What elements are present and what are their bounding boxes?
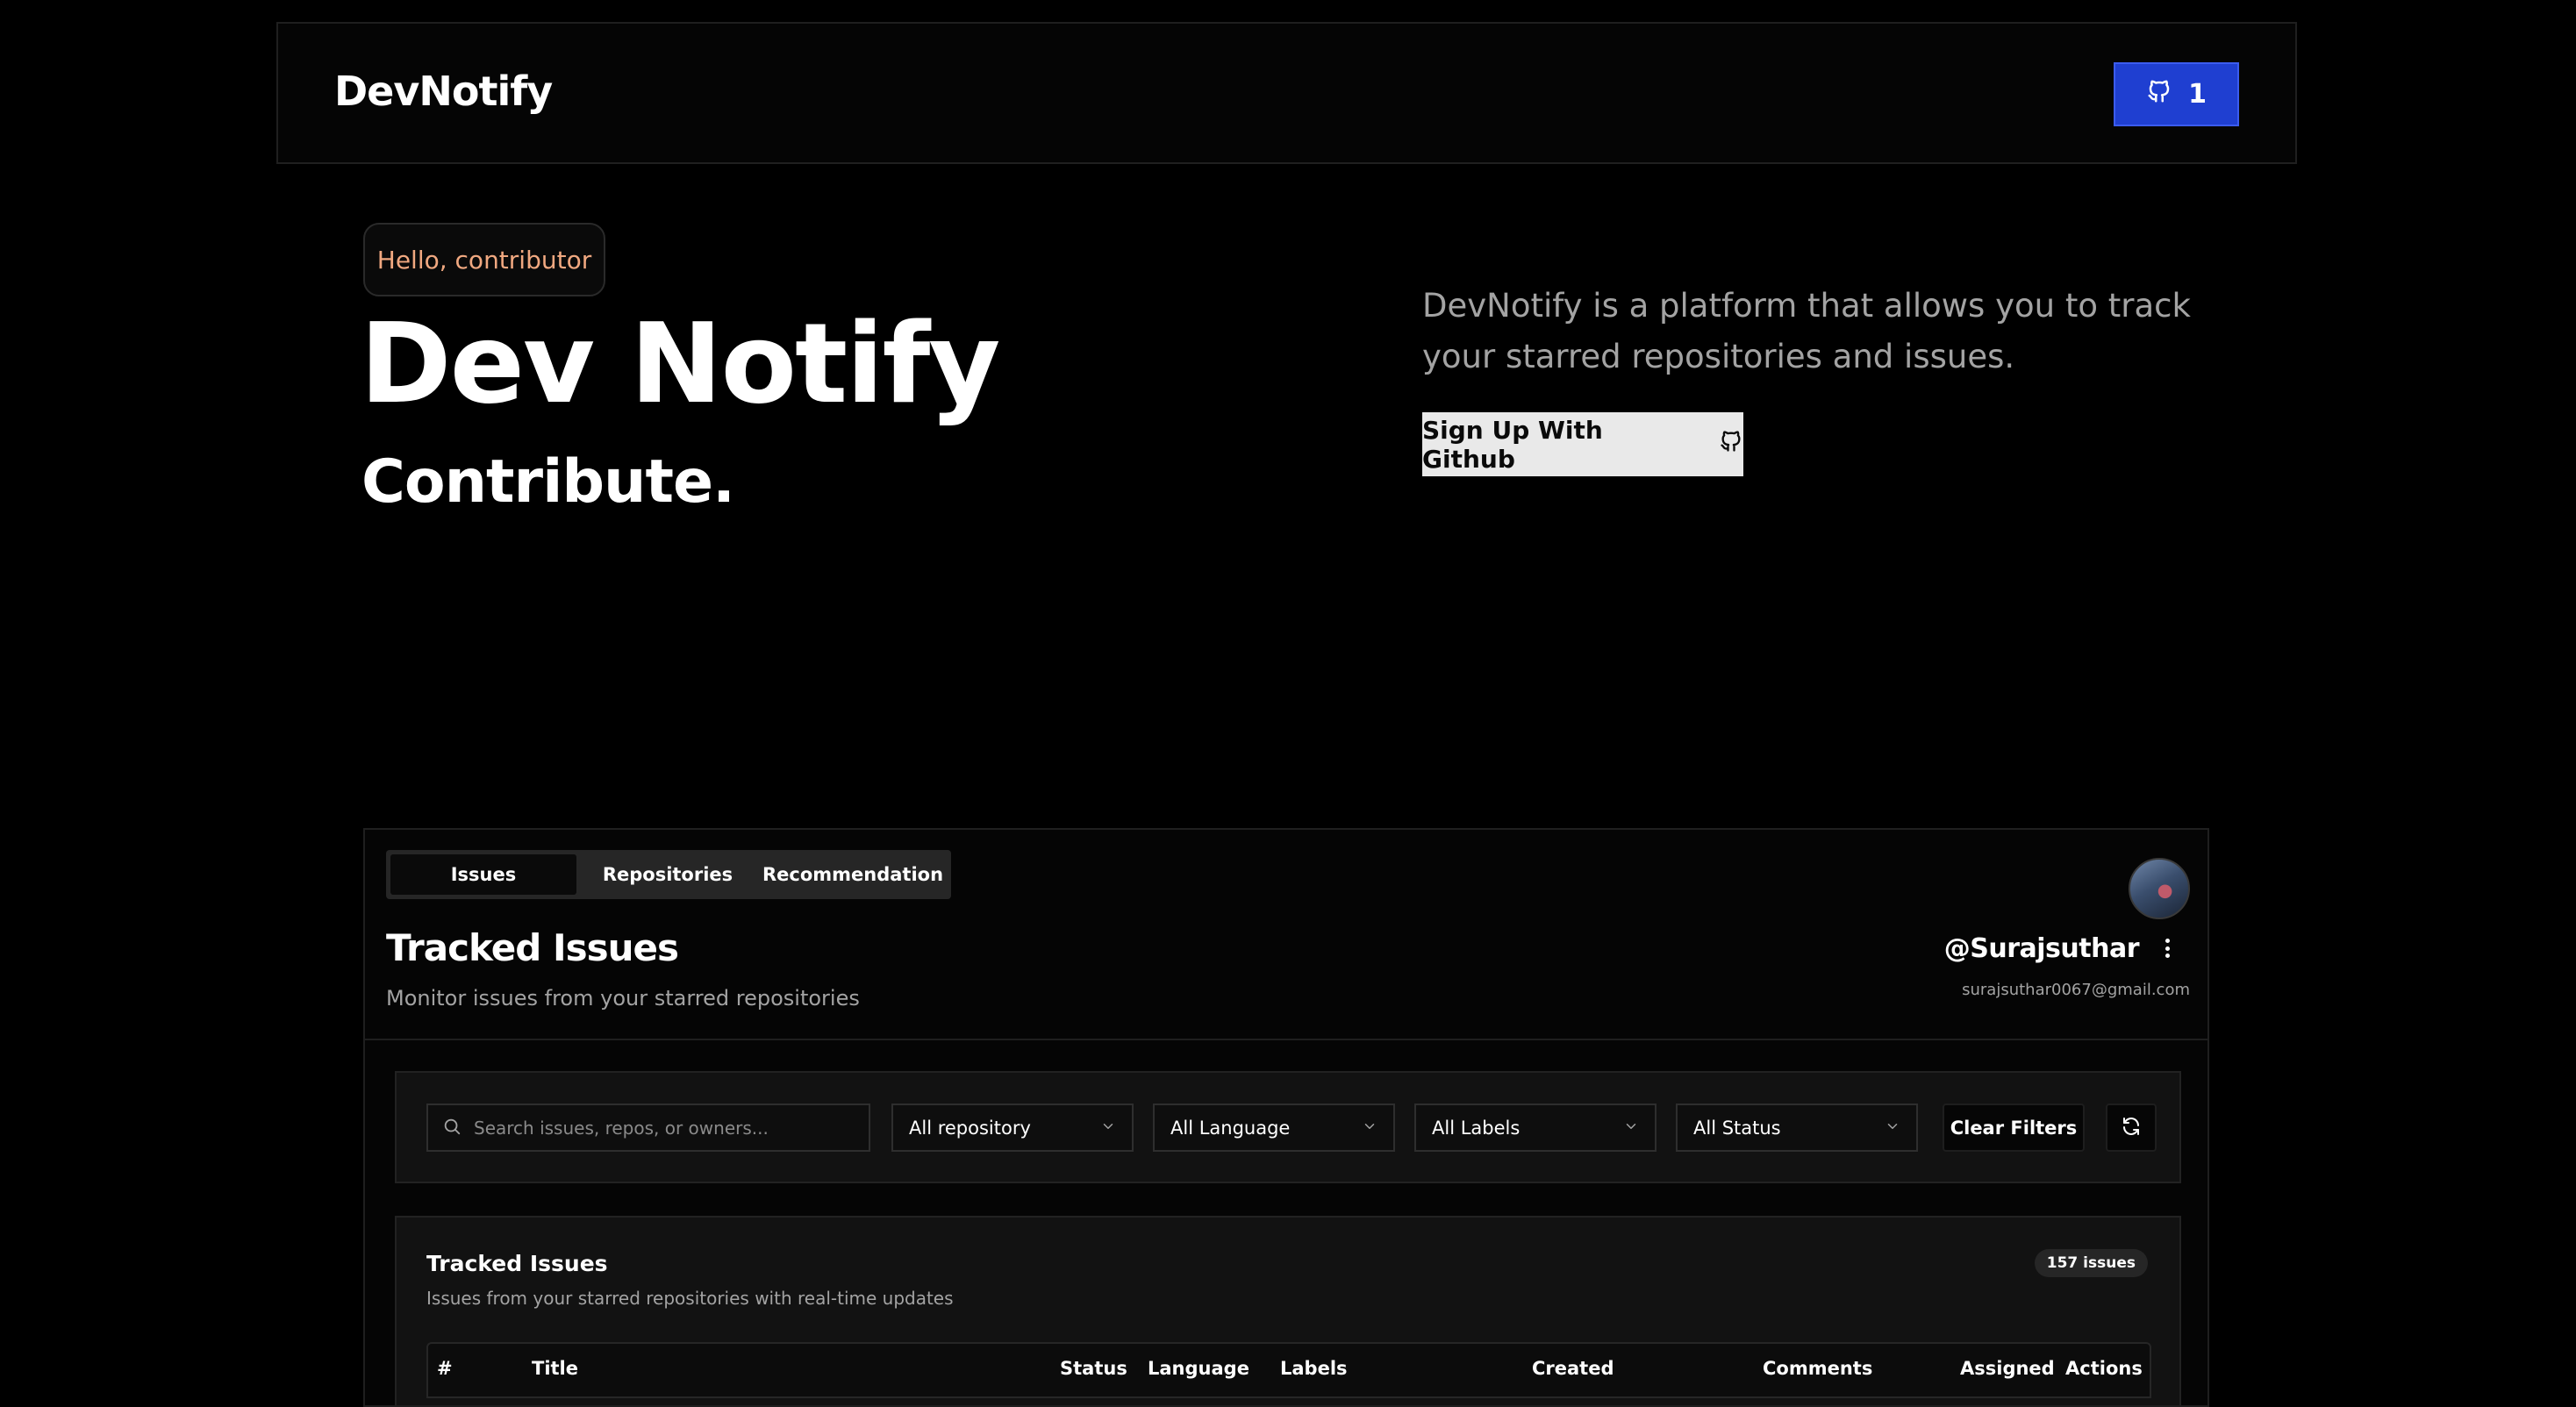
search-field[interactable]	[426, 1103, 870, 1152]
labels-select-value: All Labels	[1432, 1117, 1521, 1139]
column-header-status[interactable]: Status	[1060, 1358, 1127, 1379]
page-subtitle: Monitor issues from your starred reposit…	[386, 986, 860, 1011]
hero-description: DevNotify is a platform that allows you …	[1422, 287, 2191, 375]
user-email: surajsuthar0067@gmail.com	[1962, 981, 2190, 999]
column-header-comments[interactable]: Comments	[1763, 1358, 1872, 1379]
search-icon	[442, 1117, 462, 1139]
more-vertical-icon[interactable]	[2158, 935, 2176, 961]
column-header-title[interactable]: Title	[532, 1358, 578, 1379]
github-icon	[1719, 429, 1743, 460]
github-icon	[2146, 78, 2172, 111]
chevron-down-icon	[1885, 1118, 1900, 1139]
divider	[365, 1039, 2207, 1040]
tab-repositories[interactable]: Repositories	[576, 854, 759, 895]
chevron-down-icon	[1362, 1118, 1377, 1139]
repository-select-value: All repository	[909, 1117, 1031, 1139]
tab-recommendation[interactable]: Recommendation	[759, 854, 947, 895]
language-select-value: All Language	[1170, 1117, 1291, 1139]
issues-card-title: Tracked Issues	[426, 1251, 608, 1276]
repository-select[interactable]: All repository	[891, 1103, 1134, 1152]
tab-issues[interactable]: Issues	[390, 854, 576, 895]
status-select[interactable]: All Status	[1676, 1103, 1918, 1152]
refresh-icon	[2121, 1116, 2142, 1140]
avatar[interactable]	[2129, 858, 2190, 919]
github-button[interactable]: 1	[2114, 62, 2239, 126]
clear-filters-button[interactable]: Clear Filters	[1943, 1103, 2085, 1152]
column-header-number[interactable]: #	[437, 1358, 453, 1379]
hero-subtitle: Contribute.	[361, 447, 735, 517]
greeting-badge: Hello, contributor	[363, 223, 605, 296]
tracked-issues-card: Tracked Issues Issues from your starred …	[395, 1216, 2181, 1405]
signup-github-button[interactable]: Sign Up With Github	[1422, 412, 1743, 476]
column-header-created[interactable]: Created	[1532, 1358, 1614, 1379]
brand-logo-text[interactable]: DevNotify	[334, 68, 553, 115]
username: @Surajsuthar	[1943, 933, 2140, 964]
column-header-actions[interactable]: Actions	[2065, 1358, 2143, 1379]
filter-bar: All repository All Language All Labels A…	[395, 1071, 2181, 1183]
column-header-language[interactable]: Language	[1148, 1358, 1249, 1379]
dashboard-preview: Issues Repositories Recommendation Track…	[363, 828, 2209, 1407]
github-button-count: 1	[2188, 79, 2207, 110]
chevron-down-icon	[1623, 1118, 1639, 1139]
signup-button-label: Sign Up With Github	[1422, 415, 1603, 474]
issues-table-header: # Title Status Language Labels Created C…	[426, 1342, 2151, 1398]
labels-select[interactable]: All Labels	[1414, 1103, 1657, 1152]
language-select[interactable]: All Language	[1153, 1103, 1395, 1152]
search-input[interactable]	[474, 1117, 842, 1139]
hero-title: Dev Notify	[360, 299, 1000, 428]
issue-count-badge: 157 issues	[2034, 1249, 2148, 1277]
column-header-assigned[interactable]: Assigned	[1960, 1358, 2055, 1379]
page-title: Tracked Issues	[386, 926, 679, 969]
column-header-labels[interactable]: Labels	[1280, 1358, 1348, 1379]
chevron-down-icon	[1100, 1118, 1116, 1139]
refresh-button[interactable]	[2106, 1103, 2157, 1152]
status-select-value: All Status	[1693, 1117, 1781, 1139]
dashboard-tabs: Issues Repositories Recommendation	[386, 850, 951, 899]
issues-card-subtitle: Issues from your starred repositories wi…	[426, 1288, 954, 1309]
top-navbar: DevNotify 1	[276, 22, 2297, 164]
